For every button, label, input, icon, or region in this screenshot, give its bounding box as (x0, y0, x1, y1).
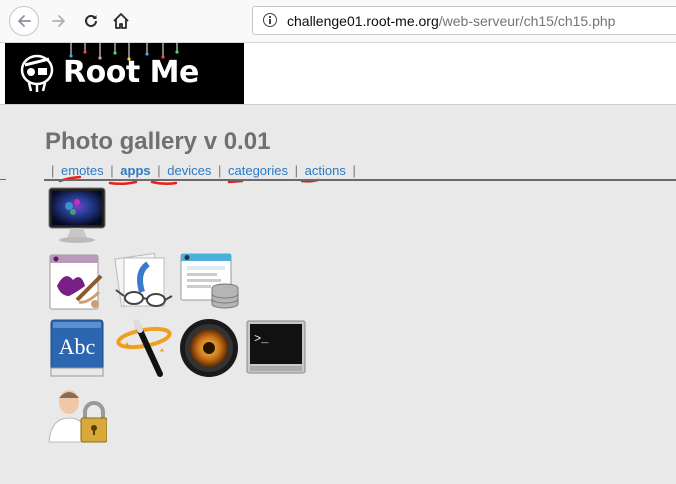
dictionary-abc-icon[interactable]: Abc (47, 318, 107, 378)
magic-wand-icon[interactable] (114, 318, 174, 378)
site-info-icon[interactable] (263, 13, 277, 27)
terminal-icon[interactable]: >_ (246, 318, 306, 378)
site-header: Root Me (0, 43, 676, 105)
logo-text: Root Me (63, 55, 199, 90)
svg-text:>_: >_ (254, 332, 269, 346)
browser-toolbar: challenge01.root-me.org/web-serveur/ch15… (0, 0, 676, 43)
forward-button[interactable] (46, 8, 72, 34)
database-app-icon[interactable] (179, 252, 239, 312)
menu-divider (44, 179, 676, 181)
reload-button[interactable] (78, 8, 104, 34)
arrow-left-icon (18, 15, 31, 27)
back-button[interactable] (9, 6, 39, 36)
reload-icon (85, 14, 97, 27)
home-button[interactable] (108, 8, 134, 34)
arrow-right-icon (52, 15, 65, 27)
user-lock-icon[interactable] (47, 384, 107, 444)
url-text: challenge01.root-me.org/web-serveur/ch15… (287, 13, 616, 29)
address-bar[interactable]: challenge01.root-me.org/web-serveur/ch15… (252, 6, 676, 35)
root-me-logo[interactable]: Root Me (5, 43, 244, 104)
page-title: Photo gallery v 0.01 (45, 128, 271, 155)
paint-app-icon[interactable] (47, 252, 107, 312)
monitor-icon[interactable] (47, 186, 107, 246)
edge-line (0, 179, 6, 180)
home-icon (113, 13, 129, 29)
preview-glasses-icon[interactable] (114, 252, 174, 312)
svg-text:Abc: Abc (59, 334, 96, 359)
aperture-camera-icon[interactable] (179, 318, 239, 378)
